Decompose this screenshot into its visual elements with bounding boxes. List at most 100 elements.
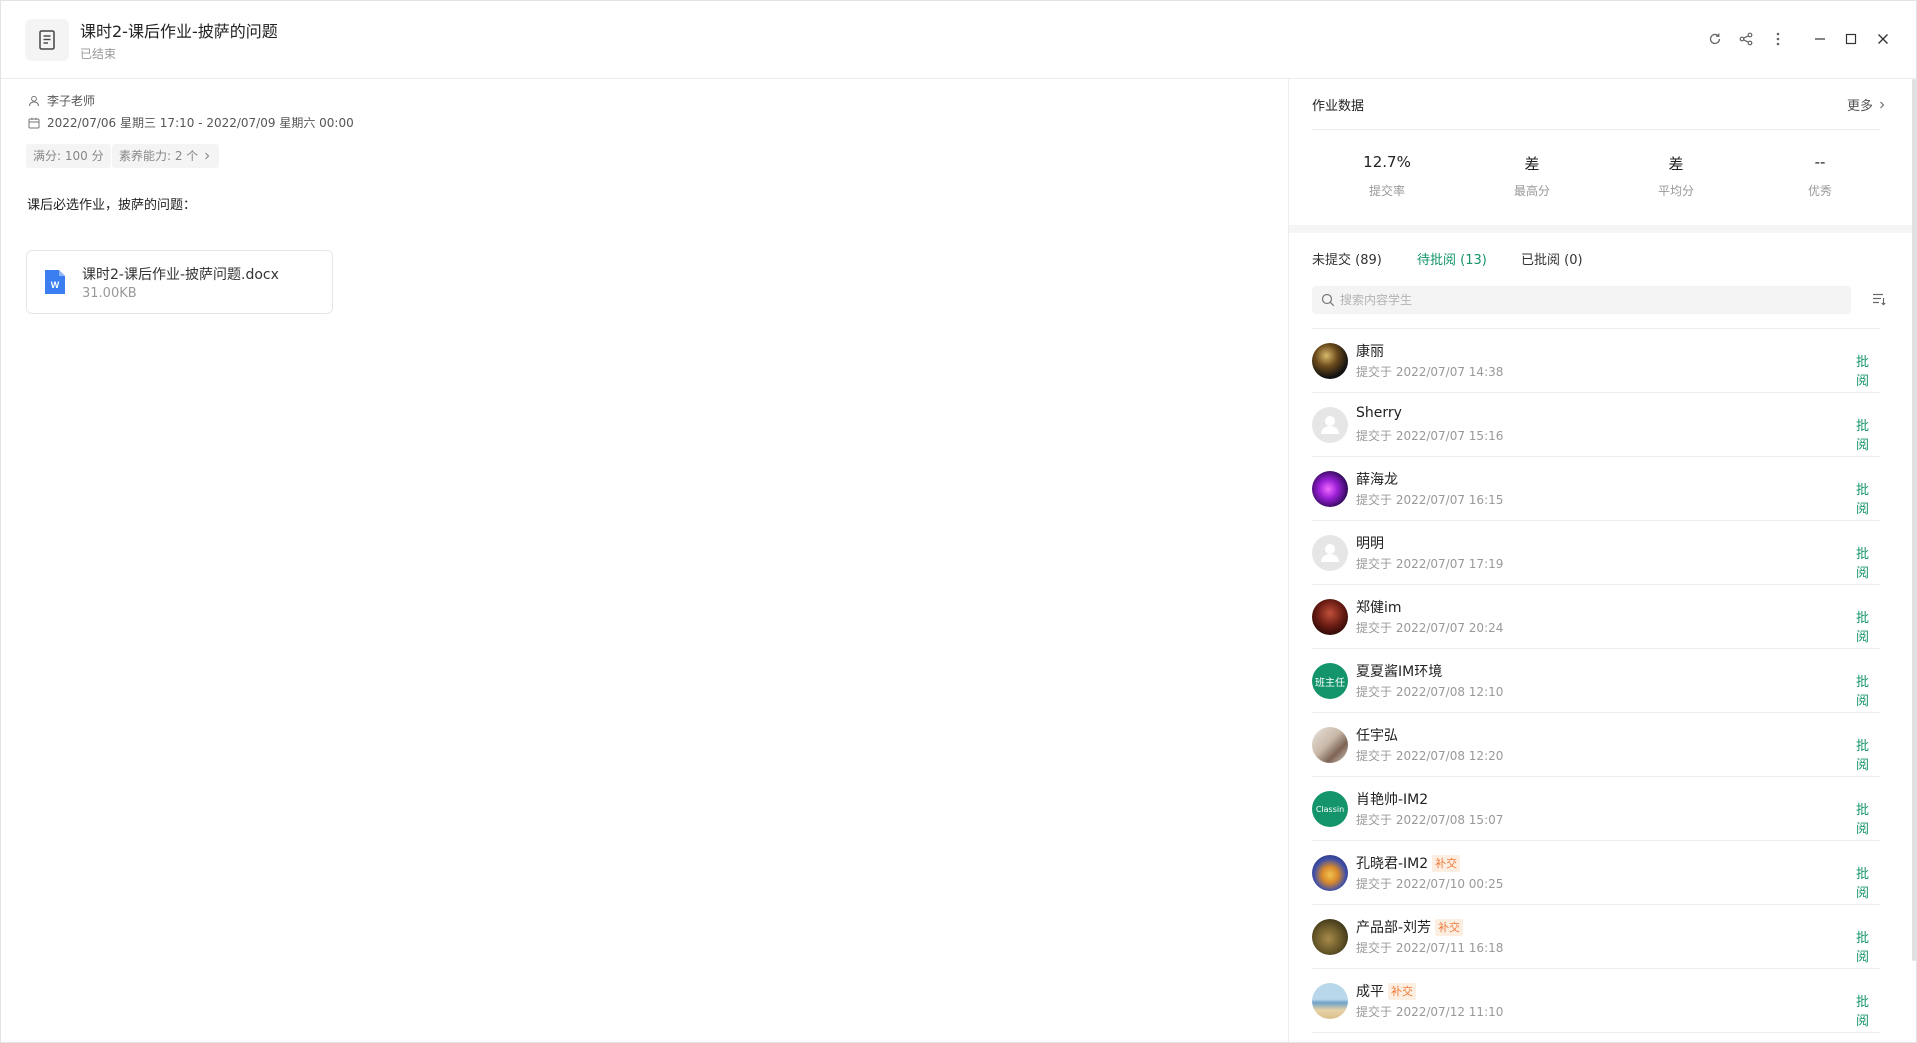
student-name: Sherry — [1356, 405, 1402, 421]
student-name: 明明 — [1356, 536, 1384, 552]
minimize-icon[interactable] — [1808, 27, 1832, 51]
avatar — [1312, 983, 1348, 1019]
student-name: 成平 — [1356, 984, 1384, 1000]
review-button[interactable]: 批阅 — [1856, 415, 1880, 453]
avatar — [1312, 471, 1348, 507]
late-submission-badge: 补交 — [1432, 854, 1461, 872]
submit-time: 提交于 2022/07/11 16:18 — [1356, 941, 1504, 955]
student-row[interactable]: 任宇弘 提交于 2022/07/08 12:20 批阅 — [1312, 713, 1880, 777]
student-row[interactable]: 班主任 夏夏酱IM环境 提交于 2022/07/08 12:10 批阅 — [1312, 649, 1880, 713]
more-link[interactable]: 更多 — [1847, 95, 1887, 114]
avatar — [1312, 343, 1348, 379]
student-name: 薛海龙 — [1356, 472, 1398, 488]
stat-value: -- — [1814, 153, 1826, 171]
attachment-name: 课时2-课后作业-披萨问题.docx — [82, 267, 279, 283]
review-button[interactable]: 批阅 — [1856, 543, 1880, 581]
student-row[interactable]: 产品部-刘芳 补交 提交于 2022/07/11 16:18 批阅 — [1312, 905, 1880, 969]
user-icon — [29, 95, 39, 106]
sort-filter-icon[interactable] — [1872, 292, 1886, 306]
date-range: 2022/07/06 星期三 17:10 - 2022/07/09 星期六 00… — [47, 116, 354, 130]
submit-time: 提交于 2022/07/07 17:19 — [1356, 557, 1504, 571]
stat-excellent: -- 优秀 — [1760, 153, 1880, 199]
submit-time: 提交于 2022/07/07 16:15 — [1356, 493, 1504, 507]
share-icon[interactable] — [1734, 27, 1758, 51]
review-button[interactable]: 批阅 — [1856, 799, 1880, 837]
student-row[interactable]: 康丽 提交于 2022/07/07 14:38 批阅 — [1312, 329, 1880, 393]
stat-label: 优秀 — [1807, 184, 1832, 198]
close-icon[interactable] — [1871, 27, 1895, 51]
avatar: 班主任 — [1312, 663, 1348, 699]
more-label: 更多 — [1847, 99, 1874, 114]
search-box — [1312, 286, 1851, 314]
student-row[interactable]: 成平 补交 提交于 2022/07/12 11:10 批阅 — [1312, 969, 1880, 1033]
submit-time: 提交于 2022/07/12 11:10 — [1356, 1005, 1504, 1019]
student-name: 夏夏酱IM环境 — [1356, 664, 1443, 680]
student-name: 康丽 — [1356, 344, 1384, 360]
stat-label: 平均分 — [1657, 184, 1694, 198]
panel-title: 作业数据 — [1312, 99, 1365, 114]
date-row: 2022/07/06 星期三 17:10 - 2022/07/09 星期六 00… — [28, 114, 354, 131]
avatar: Classin — [1312, 791, 1348, 827]
maximize-icon[interactable] — [1839, 27, 1863, 51]
review-button[interactable]: 批阅 — [1856, 607, 1880, 645]
student-row[interactable]: 孔晓君-IM2 补交 提交于 2022/07/10 00:25 批阅 — [1312, 841, 1880, 905]
review-button[interactable]: 批阅 — [1856, 927, 1880, 965]
calendar-icon — [28, 117, 40, 128]
stat-value: 12.7% — [1363, 153, 1411, 171]
section-separator — [1289, 225, 1916, 233]
student-name: 郑健im — [1356, 600, 1402, 616]
submit-time: 提交于 2022/07/07 14:38 — [1356, 365, 1504, 379]
attachment-size: 31.00KB — [82, 286, 137, 301]
submit-time: 提交于 2022/07/08 12:10 — [1356, 685, 1504, 699]
stat-average-score: 差 平均分 — [1616, 153, 1736, 199]
student-row[interactable]: Classin 肖艳帅-IM2 提交于 2022/07/08 15:07 批阅 — [1312, 777, 1880, 841]
panel-scrollbar[interactable] — [1912, 79, 1916, 961]
search-input[interactable] — [1340, 289, 1840, 311]
page-title: 课时2-课后作业-披萨的问题 — [80, 22, 278, 41]
refresh-icon[interactable] — [1703, 27, 1727, 51]
more-options-icon[interactable] — [1766, 27, 1790, 51]
full-score-tag: 满分: 100 分 — [26, 144, 111, 168]
attachment-card[interactable]: W 课时2-课后作业-披萨问题.docx 31.00KB — [26, 250, 333, 314]
stat-value: 差 — [1524, 155, 1540, 173]
tab-not-submitted[interactable]: 未提交 (89) — [1312, 249, 1382, 268]
search-icon — [1321, 293, 1335, 307]
review-button[interactable]: 批阅 — [1856, 479, 1880, 517]
tab-pending-review[interactable]: 待批阅 (13) — [1417, 249, 1487, 268]
review-button[interactable]: 批阅 — [1856, 351, 1880, 389]
word-file-icon: W — [45, 270, 65, 294]
avatar — [1312, 855, 1348, 891]
student-row[interactable]: 明明 提交于 2022/07/07 17:19 批阅 — [1312, 521, 1880, 585]
chevron-right-icon — [1880, 101, 1885, 108]
tab-reviewed[interactable]: 已批阅 (0) — [1521, 249, 1583, 268]
submit-time: 提交于 2022/07/10 00:25 — [1356, 877, 1504, 891]
homework-description: 课后必选作业，披萨的问题： — [27, 198, 197, 213]
submit-time: 提交于 2022/07/08 15:07 — [1356, 813, 1504, 827]
student-name: 任宇弘 — [1356, 728, 1398, 744]
stat-submission-rate: 12.7% 提交率 — [1327, 153, 1447, 199]
homework-data-panel: 作业数据 更多 12.7% 提交率 差 最高分 差 平均分 -- 优秀 未提交 … — [1288, 79, 1916, 1042]
review-button[interactable]: 批阅 — [1856, 735, 1880, 773]
student-row[interactable]: 郑健im 提交于 2022/07/07 20:24 批阅 — [1312, 585, 1880, 649]
literacy-tag[interactable]: 素养能力: 2 个 — [112, 144, 220, 168]
default-avatar-icon — [1312, 407, 1348, 443]
divider — [1312, 129, 1880, 130]
student-row[interactable]: Sherry 提交于 2022/07/07 15:16 批阅 — [1312, 393, 1880, 457]
status-label: 已结束 — [80, 47, 117, 61]
review-button[interactable]: 批阅 — [1856, 671, 1880, 709]
avatar — [1312, 599, 1348, 635]
review-button[interactable]: 批阅 — [1856, 991, 1880, 1029]
stat-label: 最高分 — [1513, 184, 1550, 198]
student-row[interactable]: 薛海龙 提交于 2022/07/07 16:15 批阅 — [1312, 457, 1880, 521]
avatar — [1312, 727, 1348, 763]
svg-text:W: W — [51, 280, 60, 290]
student-name: 产品部-刘芳 — [1356, 920, 1432, 936]
submit-time: 提交于 2022/07/07 20:24 — [1356, 621, 1504, 635]
review-button[interactable]: 批阅 — [1856, 863, 1880, 901]
stat-highest-score: 差 最高分 — [1472, 153, 1592, 199]
teacher-row: 李子老师 — [28, 92, 95, 109]
literacy-tag-label: 素养能力: 2 个 — [119, 149, 199, 163]
chevron-right-icon — [205, 152, 210, 160]
homework-doc-icon — [25, 19, 69, 61]
avatar — [1312, 919, 1348, 955]
